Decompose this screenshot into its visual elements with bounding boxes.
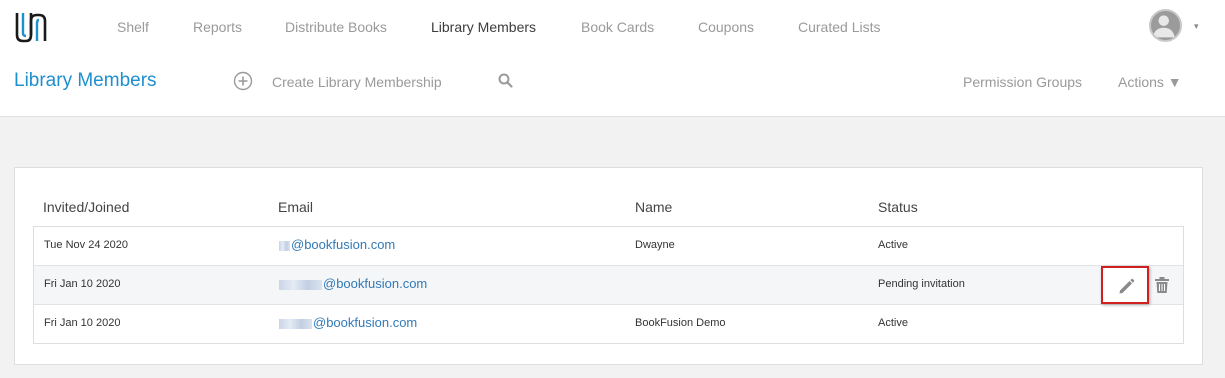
logo-icon[interactable] bbox=[14, 9, 48, 45]
table-row[interactable]: Tue Nov 24 2020 @bookfusion.com Dwayne A… bbox=[34, 227, 1183, 266]
nav-book-cards[interactable]: Book Cards bbox=[581, 19, 654, 35]
avatar-caret-icon[interactable]: ▾ bbox=[1194, 21, 1199, 32]
header-invited-joined: Invited/Joined bbox=[43, 199, 130, 215]
nav-shelf[interactable]: Shelf bbox=[117, 19, 149, 35]
search-icon[interactable] bbox=[498, 73, 513, 88]
row-email-domain: @bookfusion.com bbox=[313, 315, 418, 330]
nav-curated-lists[interactable]: Curated Lists bbox=[798, 19, 880, 35]
table-row[interactable]: Fri Jan 10 2020 @bookfusion.com BookFusi… bbox=[34, 305, 1183, 344]
avatar-icon[interactable] bbox=[1149, 9, 1182, 42]
nav-distribute-books[interactable]: Distribute Books bbox=[285, 19, 387, 35]
permission-groups-link[interactable]: Permission Groups bbox=[963, 74, 1082, 90]
members-card: Invited/Joined Email Name Status Tue Nov… bbox=[14, 167, 1203, 365]
row-status: Pending invitation bbox=[878, 278, 965, 290]
top-nav: Shelf Reports Distribute Books Library M… bbox=[0, 0, 1225, 56]
header-email: Email bbox=[278, 199, 314, 215]
page-title: Library Members bbox=[14, 70, 157, 91]
row-name: Dwayne bbox=[635, 239, 675, 251]
redacted-email-user bbox=[279, 318, 312, 329]
row-status: Active bbox=[878, 239, 908, 251]
plus-circle-icon[interactable] bbox=[233, 71, 253, 91]
row-date: Tue Nov 24 2020 bbox=[44, 239, 128, 251]
members-table: Tue Nov 24 2020 @bookfusion.com Dwayne A… bbox=[33, 226, 1184, 344]
pencil-icon bbox=[1119, 278, 1135, 294]
row-email-domain: @bookfusion.com bbox=[323, 276, 428, 291]
redacted-email-user bbox=[279, 279, 322, 290]
header-status: Status bbox=[878, 199, 918, 215]
row-email[interactable]: @bookfusion.com bbox=[279, 315, 417, 330]
row-email-domain: @bookfusion.com bbox=[291, 237, 396, 252]
row-date: Fri Jan 10 2020 bbox=[44, 278, 121, 290]
edit-button[interactable] bbox=[1101, 266, 1149, 304]
header-name: Name bbox=[635, 199, 673, 215]
create-membership-link[interactable]: Create Library Membership bbox=[272, 74, 442, 90]
page-header: Library Members Create Library Membershi… bbox=[0, 56, 1225, 117]
nav-library-members[interactable]: Library Members bbox=[431, 19, 536, 35]
table-row[interactable]: Fri Jan 10 2020 @bookfusion.com Pending … bbox=[34, 266, 1183, 305]
row-email[interactable]: @bookfusion.com bbox=[279, 237, 395, 252]
row-name: BookFusion Demo bbox=[635, 317, 726, 329]
row-status: Active bbox=[878, 317, 908, 329]
actions-dropdown[interactable]: Actions ▼ bbox=[1118, 74, 1182, 90]
nav-reports[interactable]: Reports bbox=[193, 19, 242, 35]
row-date: Fri Jan 10 2020 bbox=[44, 317, 121, 329]
trash-icon[interactable] bbox=[1154, 276, 1170, 294]
row-email[interactable]: @bookfusion.com bbox=[279, 276, 427, 291]
redacted-email-user bbox=[279, 240, 290, 251]
nav-coupons[interactable]: Coupons bbox=[698, 19, 754, 35]
